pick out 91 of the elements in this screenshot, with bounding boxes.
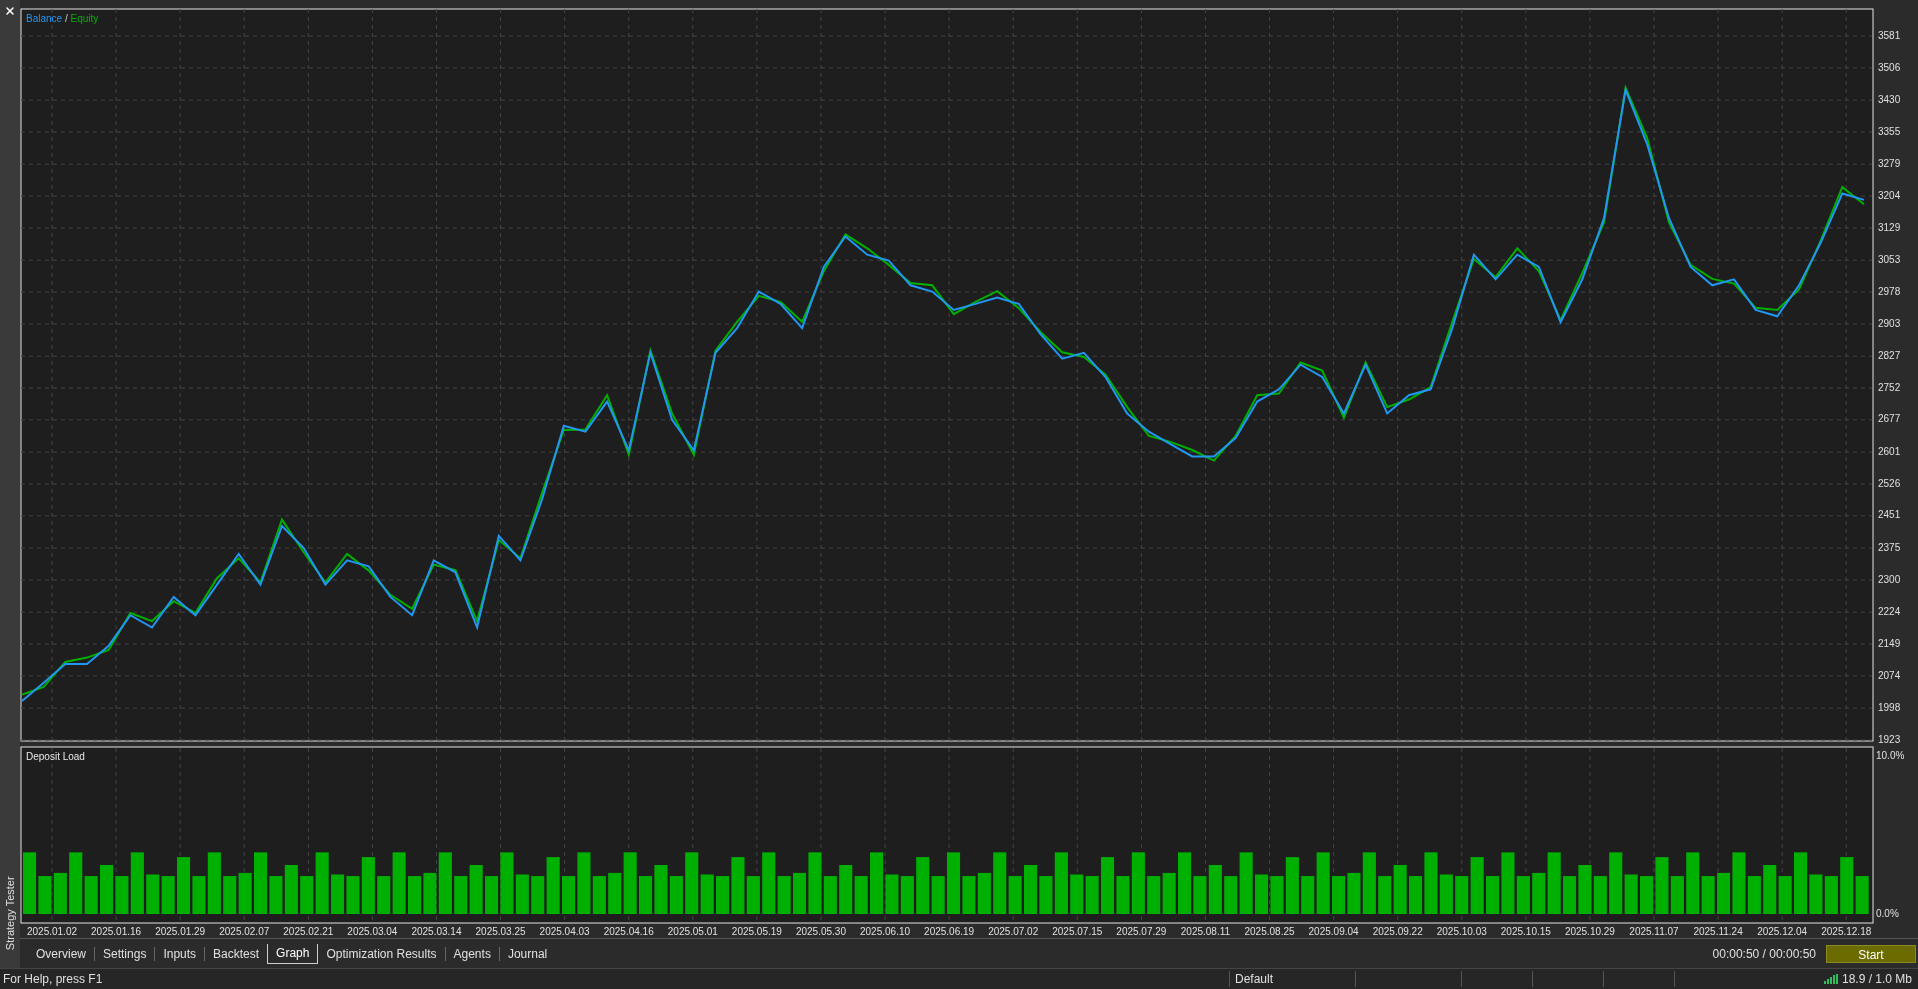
y-axis-label: 2074: [1878, 669, 1901, 681]
signal-icon: [1823, 974, 1838, 984]
traffic-reading: 18.9 / 1.0 Mb: [1841, 971, 1912, 988]
y-axis-label: 2677: [1878, 413, 1901, 425]
deposit-load-bar: [1255, 874, 1269, 914]
date-label: 2025.05.30: [795, 926, 846, 937]
status-text: For Help, press F1: [2, 971, 104, 988]
profile-name: Default: [1234, 971, 1275, 988]
date-label: 2025.06.10: [860, 926, 911, 937]
y-axis-label: 2978: [1878, 285, 1901, 297]
y-axis-label: 1998: [1878, 701, 1901, 713]
start-button[interactable]: Start: [1826, 944, 1916, 963]
date-label: 2025.08.25: [1244, 926, 1295, 937]
date-label: 2025.03.04: [347, 926, 398, 937]
date-label: 2025.02.07: [219, 926, 270, 937]
y-axis-label: 2903: [1878, 317, 1901, 329]
tab[interactable]: Settings: [95, 943, 155, 964]
deposit-load-bar: [1563, 876, 1577, 914]
y-axis-label: 3279: [1878, 157, 1901, 169]
y-axis-label: 1923: [1878, 733, 1901, 745]
deposit-load-bar: [1024, 865, 1038, 914]
date-label: 2025.09.04: [1308, 926, 1359, 937]
deposit-load-bar: [1147, 876, 1161, 914]
y-axis-label: 3129: [1878, 221, 1901, 233]
date-label: 2025.03.25: [475, 926, 526, 937]
date-label: 2025.01.16: [91, 926, 142, 937]
deposit-load-bar: [1378, 876, 1392, 914]
deposit-load-bar: [839, 865, 853, 914]
deposit-load-bar: [1332, 876, 1346, 914]
deposit-load-bar: [223, 876, 237, 914]
panel-title: Strategy Tester: [2, 876, 17, 950]
tab[interactable]: Graph: [267, 943, 319, 964]
date-label: 2025.02.21: [283, 926, 334, 937]
y-axis-label: 3506: [1878, 61, 1901, 73]
y-axis-label: 2224: [1878, 605, 1901, 617]
deposit-load-bar: [100, 865, 114, 914]
date-label: 2025.04.03: [539, 926, 590, 937]
deposit-load-bar: [1763, 865, 1777, 914]
tab[interactable]: Optimization Results: [318, 943, 445, 964]
y-axis-label: 2526: [1878, 477, 1901, 489]
y-axis-label: 2300: [1878, 573, 1901, 585]
y-axis-label: 3430: [1878, 93, 1901, 105]
date-label: 2025.01.02: [26, 926, 78, 937]
date-label: 2025.08.11: [1180, 926, 1231, 937]
date-label: 2025.12.04: [1757, 926, 1808, 937]
date-label: 2025.11.24: [1693, 926, 1743, 937]
tab[interactable]: Journal: [499, 943, 556, 964]
y-axis-label: 3053: [1878, 253, 1901, 265]
date-label: 2025.05.19: [731, 926, 782, 937]
date-label: 2025.10.03: [1436, 926, 1487, 937]
elapsed-time: 00:00:50 / 00:00:50: [1712, 945, 1816, 963]
date-label: 2025.07.29: [1116, 926, 1167, 937]
date-label: 2025.06.19: [924, 926, 975, 937]
deposit-load-bar: [1578, 865, 1592, 914]
tab[interactable]: Overview: [28, 943, 94, 964]
y-axis-label: 10.0%: [1876, 749, 1905, 761]
y-axis-label: 3204: [1878, 189, 1901, 201]
tab[interactable]: Agents: [445, 943, 499, 964]
chart-legend: Balance / Equity: [26, 13, 99, 24]
y-axis-label: 2375: [1878, 541, 1901, 553]
date-label: 2025.07.15: [1052, 926, 1103, 937]
deposit-load-bar: [146, 874, 160, 914]
y-axis-label: 0.0%: [1876, 907, 1899, 919]
deposit-load-bar: [454, 876, 468, 914]
deposit-load-bar: [654, 865, 668, 914]
date-label: 2025.11.07: [1629, 926, 1679, 937]
y-axis-label: 2451: [1878, 509, 1901, 521]
date-label: 2025.04.16: [603, 926, 654, 937]
close-button[interactable]: [3, 4, 17, 18]
tab[interactable]: Backtest: [205, 943, 268, 964]
deposit-load-bar: [639, 876, 653, 914]
date-label: 2025.10.15: [1500, 926, 1551, 937]
date-label: 2025.05.01: [667, 926, 718, 937]
date-label: 2025.07.02: [988, 926, 1039, 937]
y-axis-label: 2149: [1878, 637, 1901, 649]
date-label: 2025.03.14: [411, 926, 462, 937]
deposit-load-bar: [408, 876, 422, 914]
y-axis-label: 2827: [1878, 349, 1901, 361]
deposit-load-bar: [331, 874, 345, 914]
date-label: 2025.10.29: [1564, 926, 1615, 937]
date-label: 2025.09.22: [1372, 926, 1423, 937]
y-axis-label: 3355: [1878, 125, 1901, 137]
date-label: 2025.12.18: [1821, 926, 1872, 937]
y-axis-label: 3581: [1878, 29, 1901, 41]
date-label: 2025.01.29: [155, 926, 206, 937]
close-icon: [4, 5, 16, 17]
y-axis-label: 2601: [1878, 445, 1901, 457]
deposit-load-bar: [1070, 874, 1084, 914]
y-axis-label: 2752: [1878, 381, 1901, 393]
tab[interactable]: Inputs: [155, 943, 205, 964]
chart-title: Deposit Load: [26, 751, 85, 762]
